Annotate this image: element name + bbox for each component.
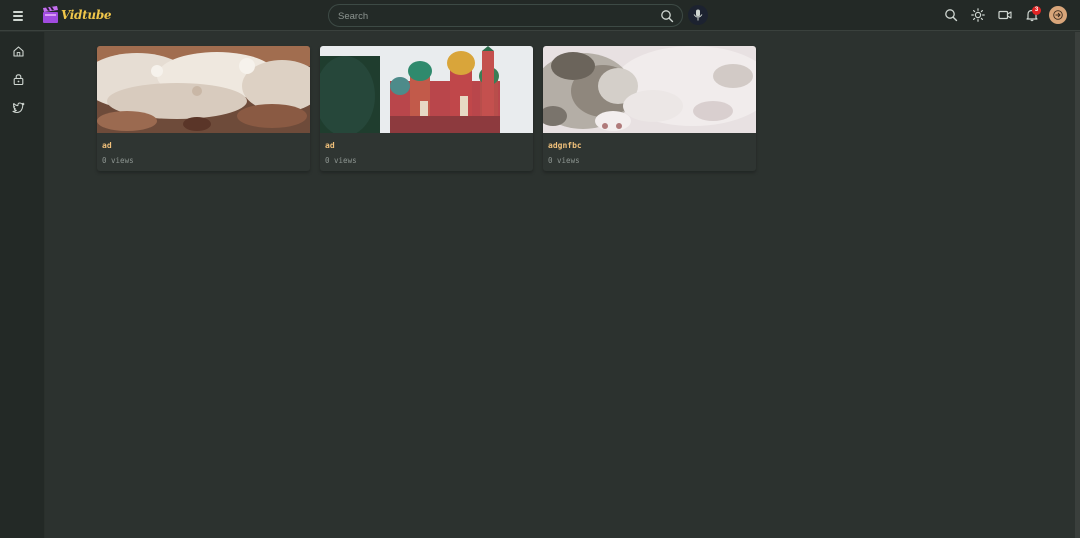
sidebar	[0, 32, 45, 538]
video-thumbnail[interactable]	[97, 46, 310, 133]
video-card[interactable]: ad 0 views	[97, 46, 310, 171]
microphone-icon[interactable]	[688, 5, 708, 25]
clapperboard-logo-icon	[43, 6, 58, 23]
top-navbar: Vidtube 3	[0, 0, 1080, 31]
sign-in-icon	[1053, 10, 1063, 20]
video-title[interactable]: ad	[102, 141, 112, 150]
video-title[interactable]: ad	[325, 141, 335, 150]
scrollbar[interactable]	[1075, 32, 1080, 538]
search-icon[interactable]	[944, 8, 958, 22]
sun-icon[interactable]	[971, 8, 985, 22]
video-views: 0 views	[325, 156, 357, 165]
login-avatar[interactable]	[1049, 6, 1067, 24]
video-views: 0 views	[102, 156, 134, 165]
logo-text: Vidtube	[61, 8, 112, 22]
search-input[interactable]	[338, 8, 638, 24]
vidtube-logo[interactable]: Vidtube	[42, 4, 112, 26]
video-views: 0 views	[548, 156, 580, 165]
notification-badge: 3	[1032, 6, 1041, 15]
video-card[interactable]: adgnfbc 0 views	[543, 46, 756, 171]
video-card[interactable]: ad 0 views	[320, 46, 533, 171]
video-thumbnail[interactable]	[543, 46, 756, 133]
video-title[interactable]: adgnfbc	[548, 141, 582, 150]
search-icon[interactable]	[660, 9, 674, 23]
twitter-icon[interactable]	[12, 101, 25, 114]
hamburger-menu-icon[interactable]	[10, 7, 28, 23]
search-bar	[328, 4, 683, 27]
home-icon[interactable]	[12, 45, 25, 58]
video-camera-icon[interactable]	[998, 8, 1012, 22]
lock-icon[interactable]	[12, 73, 25, 86]
video-thumbnail[interactable]	[320, 46, 533, 133]
